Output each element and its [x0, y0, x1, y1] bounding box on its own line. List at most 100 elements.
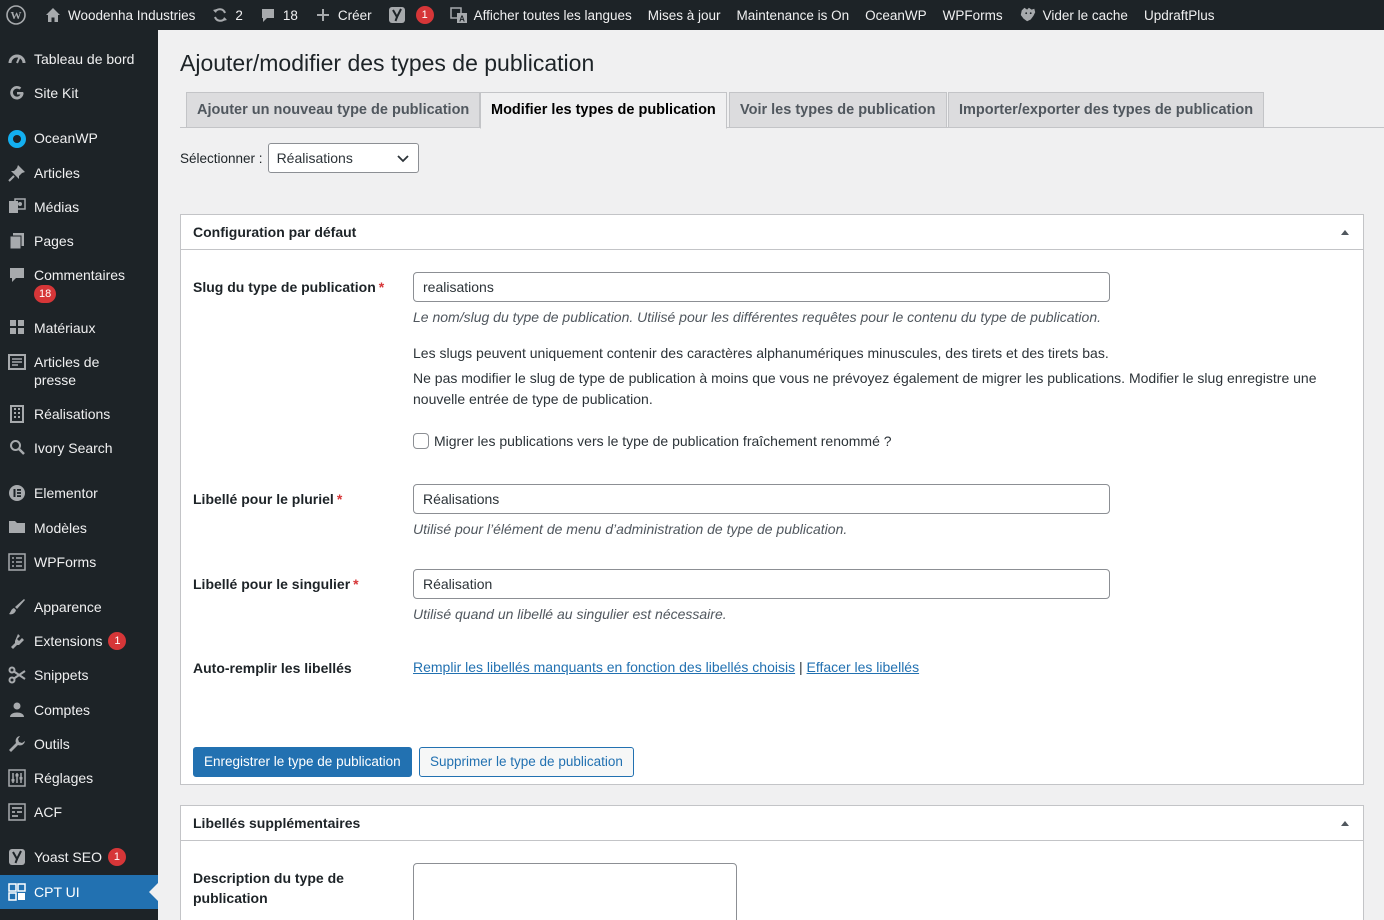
sidebar-item-acf[interactable]: ACF [0, 803, 158, 821]
tab-edit[interactable]: Modifier les types de publication [480, 92, 727, 129]
description-textarea[interactable] [413, 863, 737, 920]
home-icon [44, 6, 62, 24]
admin-sidebar: Tableau de bord Site Kit OceanWP Article… [0, 30, 158, 920]
tab-view[interactable]: Voir les types de publication [729, 92, 947, 128]
required-mark: * [378, 279, 385, 295]
main-content: Ajouter/modifier des types de publicatio… [158, 30, 1384, 920]
settings-icon [0, 769, 34, 787]
comments-badge: 18 [34, 285, 56, 303]
languages-label: Afficher toutes les langues [473, 7, 632, 23]
default-settings-box: Configuration par défaut Slug du type de… [180, 214, 1364, 785]
yoast-badge: 1 [415, 6, 434, 24]
slug-info-2: Ne pas modifier le slug de type de publi… [413, 370, 1317, 407]
sidebar-item-yoast[interactable]: Yoast SEO 1 [0, 848, 158, 866]
additional-labels-box: Libellés supplémentaires Description du … [180, 805, 1364, 920]
svg-text:A: A [459, 15, 465, 24]
postbox-title: Libellés supplémentaires [193, 815, 361, 831]
cheetah-icon [1019, 6, 1037, 24]
sidebar-item-realisations[interactable]: Réalisations [0, 405, 158, 423]
sidebar-item-press[interactable]: Articles de presse [0, 353, 158, 389]
migrate-checkbox[interactable] [413, 433, 429, 449]
sidebar-item-extensions[interactable]: Extensions 1 [0, 632, 158, 650]
wpforms-link[interactable]: WPForms [935, 0, 1011, 30]
languages-menu[interactable]: A Afficher toutes les langues [442, 0, 640, 30]
sidebar-item-materiaux[interactable]: Matériaux [0, 319, 158, 337]
required-mark: * [353, 576, 359, 592]
sidebar-item-sitekit[interactable]: Site Kit [0, 84, 158, 102]
save-post-type-button[interactable]: Enregistrer le type de publication [193, 747, 412, 777]
postbox-header[interactable]: Configuration par défaut [181, 215, 1363, 250]
new-content-label: Créer [337, 7, 372, 23]
slug-help: Le nom/slug du type de publication. Util… [413, 309, 1101, 325]
sidebar-item-elementor[interactable]: Elementor [0, 484, 158, 502]
plural-input[interactable]: Réalisations [413, 484, 1110, 514]
brush-icon [0, 598, 34, 616]
cache-menu[interactable]: Vider le cache [1011, 0, 1136, 30]
plus-icon [314, 6, 332, 24]
sidebar-item-label: Elementor [34, 485, 98, 501]
sidebar-item-label: Commentaires [34, 267, 126, 283]
sidebar-item-media[interactable]: Médias [0, 198, 158, 216]
collapse-arrow-icon[interactable] [1341, 229, 1349, 235]
migrate-option[interactable]: Migrer les publications vers le type de … [413, 433, 892, 449]
sidebar-item-oceanwp[interactable]: OceanWP [0, 129, 158, 149]
sidebar-item-ivory-search[interactable]: Ivory Search [0, 439, 158, 457]
user-icon [0, 701, 34, 717]
clear-labels-link[interactable]: Effacer les libellés [807, 659, 920, 675]
chevron-down-icon [396, 151, 410, 165]
forms-icon [0, 553, 34, 571]
sidebar-item-outils[interactable]: Outils [0, 735, 158, 753]
site-name-menu[interactable]: Woodenha Industries [36, 0, 203, 30]
pages-icon [0, 232, 34, 250]
singular-input[interactable]: Réalisation [413, 569, 1110, 599]
google-icon [0, 84, 34, 102]
site-name: Woodenha Industries [68, 7, 196, 23]
sidebar-item-snippets[interactable]: Snippets [0, 666, 158, 684]
plugin-icon [0, 632, 34, 650]
updates-menu[interactable]: 2 [203, 0, 251, 30]
post-type-selector: Sélectionner : Réalisations [180, 143, 419, 173]
sidebar-item-pages[interactable]: Pages [0, 232, 158, 250]
sidebar-item-modeles[interactable]: Modèles [0, 519, 158, 537]
sidebar-item-wpforms[interactable]: WPForms [0, 553, 158, 571]
sidebar-item-articles[interactable]: Articles [0, 164, 158, 182]
select-value: Réalisations [276, 150, 353, 166]
updraft-link[interactable]: UpdraftPlus [1136, 0, 1223, 30]
singular-help: Utilisé quand un libellé au singulier es… [413, 606, 727, 622]
sidebar-item-label: Pages [34, 233, 74, 249]
maintenance-link[interactable]: Maintenance is On [729, 0, 858, 30]
postbox-header[interactable]: Libellés supplémentaires [181, 806, 1363, 841]
updates-link[interactable]: Mises à jour [640, 0, 729, 30]
collapse-arrow-icon[interactable] [1341, 820, 1349, 826]
autofill-link[interactable]: Remplir les libellés manquants en foncti… [413, 659, 795, 675]
refresh-icon [211, 6, 229, 24]
sidebar-item-label: WPForms [34, 554, 97, 570]
post-type-select[interactable]: Réalisations [267, 143, 419, 173]
sidebar-item-dashboard[interactable]: Tableau de bord [0, 50, 158, 68]
oceanwp-link[interactable]: OceanWP [857, 0, 935, 30]
comment-icon [259, 6, 277, 24]
plural-label-text: Libellé pour le pluriel [193, 491, 334, 507]
delete-post-type-button[interactable]: Supprimer le type de publication [419, 747, 634, 777]
folder-icon [0, 519, 34, 535]
maintenance-label: Maintenance is On [736, 7, 850, 23]
new-content-menu[interactable]: Créer [306, 0, 380, 30]
slug-info-1: Les slugs peuvent uniquement contenir de… [413, 345, 1109, 361]
yoast-menu[interactable]: 1 [380, 0, 442, 30]
wordpress-logo-menu[interactable]: W [0, 0, 36, 30]
tab-import-export[interactable]: Importer/exporter des types de publicati… [948, 92, 1265, 128]
comments-menu[interactable]: 18 [251, 0, 306, 30]
sidebar-item-comptes[interactable]: Comptes [0, 701, 158, 719]
slug-input[interactable]: realisations [413, 272, 1110, 302]
search-icon [0, 439, 34, 455]
sidebar-item-apparence[interactable]: Apparence [0, 598, 158, 616]
sidebar-item-label: Articles [34, 165, 80, 181]
sidebar-item-label-group: Commentaires 18 [34, 266, 131, 303]
tab-add-new[interactable]: Ajouter un nouveau type de publication [186, 92, 481, 128]
sidebar-item-cptui[interactable]: CPT UI [0, 875, 158, 909]
svg-text:W: W [11, 10, 22, 22]
updraft-label: UpdraftPlus [1143, 7, 1215, 23]
sidebar-item-comments[interactable]: Commentaires 18 [0, 266, 158, 303]
sidebar-item-reglages[interactable]: Réglages [0, 769, 158, 787]
sidebar-item-label: Site Kit [34, 85, 79, 101]
